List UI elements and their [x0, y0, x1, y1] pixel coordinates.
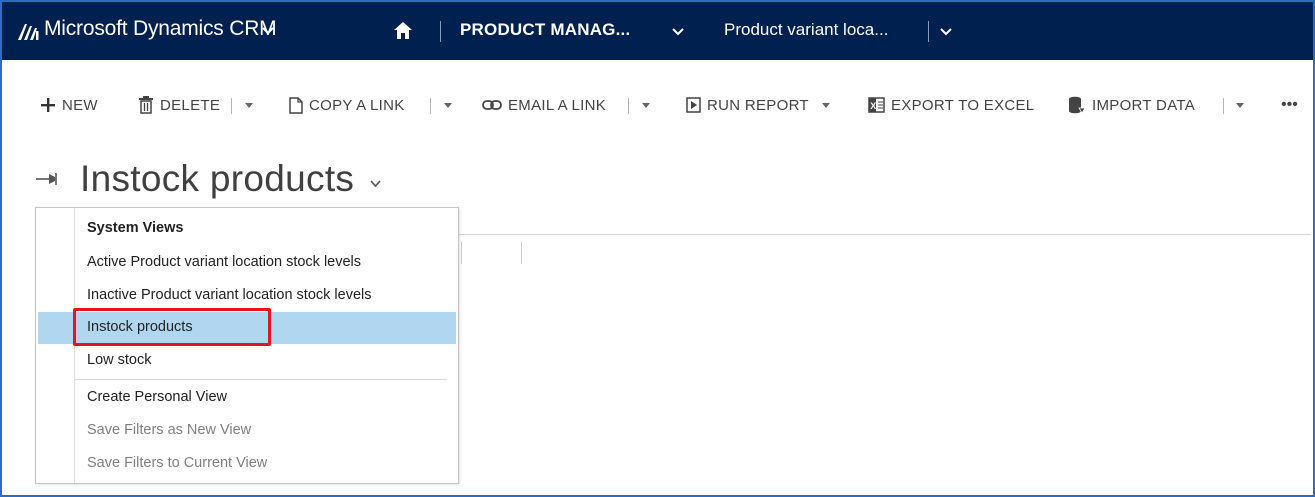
- caret-down-icon[interactable]: [443, 102, 453, 109]
- email-link-label: EMAIL A LINK: [508, 96, 607, 114]
- system-views-heading: System Views: [87, 220, 184, 236]
- delete-label: DELETE: [160, 96, 221, 114]
- view-title[interactable]: Instock products: [80, 158, 354, 200]
- menu-item-label: Save Filters as New View: [87, 422, 252, 438]
- caret-down-icon[interactable]: [244, 102, 254, 109]
- split-divider: [1223, 98, 1224, 114]
- link-icon: [482, 100, 502, 110]
- export-excel-label: EXPORT TO EXCEL: [891, 96, 1035, 114]
- command-bar: NEW DELETE COPY A LINK EMAIL A LINK RUN …: [2, 85, 1313, 125]
- save-filters-current-view: Save Filters to Current View: [36, 448, 454, 480]
- menu-item-label: Low stock: [87, 352, 152, 368]
- chevron-down-icon[interactable]: [672, 28, 684, 37]
- delete-button[interactable]: DELETE: [138, 93, 220, 117]
- report-icon: [686, 97, 701, 113]
- entity-breadcrumb[interactable]: Product variant loca...: [724, 20, 888, 40]
- new-button[interactable]: NEW: [40, 93, 98, 117]
- top-nav-bar: Microsoft Dynamics CRM PRODUCT MANAG... …: [2, 2, 1313, 60]
- menu-item-label: Create Personal View: [87, 389, 227, 405]
- nav-separator: [440, 21, 441, 42]
- copy-link-button[interactable]: COPY A LINK: [289, 93, 405, 117]
- run-report-label: RUN REPORT: [707, 96, 809, 114]
- caret-down-icon[interactable]: [821, 102, 831, 109]
- trash-icon: [139, 96, 153, 114]
- svg-text:X: X: [870, 101, 876, 111]
- grid-column-divider: [461, 242, 462, 264]
- chevron-down-icon[interactable]: [940, 28, 952, 37]
- menu-divider: [74, 379, 447, 380]
- import-data-label: IMPORT DATA: [1092, 96, 1196, 114]
- email-link-button[interactable]: EMAIL A LINK: [482, 93, 606, 117]
- nav-separator: [928, 21, 929, 42]
- chevron-down-icon[interactable]: [370, 180, 381, 188]
- create-personal-view[interactable]: Create Personal View: [36, 382, 454, 414]
- split-divider: [430, 98, 431, 114]
- more-icon: •••: [1281, 96, 1298, 113]
- chevron-down-icon[interactable]: [261, 26, 275, 36]
- pin-icon[interactable]: [35, 172, 61, 186]
- excel-icon: X: [868, 97, 885, 113]
- menu-item-label: Save Filters to Current View: [87, 455, 268, 471]
- new-label: NEW: [62, 96, 98, 114]
- split-divider: [628, 98, 629, 114]
- app-title[interactable]: Microsoft Dynamics CRM: [44, 17, 277, 41]
- database-import-icon: [1069, 96, 1086, 114]
- dynamics-logo-icon: [18, 24, 39, 40]
- export-excel-button[interactable]: X EXPORT TO EXCEL: [868, 93, 1034, 117]
- import-data-button[interactable]: IMPORT DATA: [1068, 93, 1195, 117]
- grid-column-divider: [521, 242, 522, 264]
- view-item-active[interactable]: Active Product variant location stock le…: [36, 247, 454, 279]
- document-icon: [289, 96, 303, 114]
- view-item-low-stock[interactable]: Low stock: [36, 345, 454, 377]
- menu-item-label: Active Product variant location stock le…: [87, 254, 362, 270]
- split-divider: [231, 98, 232, 114]
- area-menu[interactable]: PRODUCT MANAG...: [460, 20, 630, 40]
- copy-link-label: COPY A LINK: [309, 96, 405, 114]
- caret-down-icon[interactable]: [1235, 102, 1245, 109]
- highlight-annotation: [73, 308, 271, 346]
- plus-icon: [41, 98, 55, 112]
- save-filters-new-view: Save Filters as New View: [36, 415, 454, 447]
- more-commands-button[interactable]: •••: [1281, 93, 1298, 117]
- menu-item-label: Inactive Product variant location stock …: [87, 287, 372, 303]
- home-icon[interactable]: [393, 21, 413, 40]
- caret-down-icon[interactable]: [641, 102, 651, 109]
- run-report-button[interactable]: RUN REPORT: [686, 93, 809, 117]
